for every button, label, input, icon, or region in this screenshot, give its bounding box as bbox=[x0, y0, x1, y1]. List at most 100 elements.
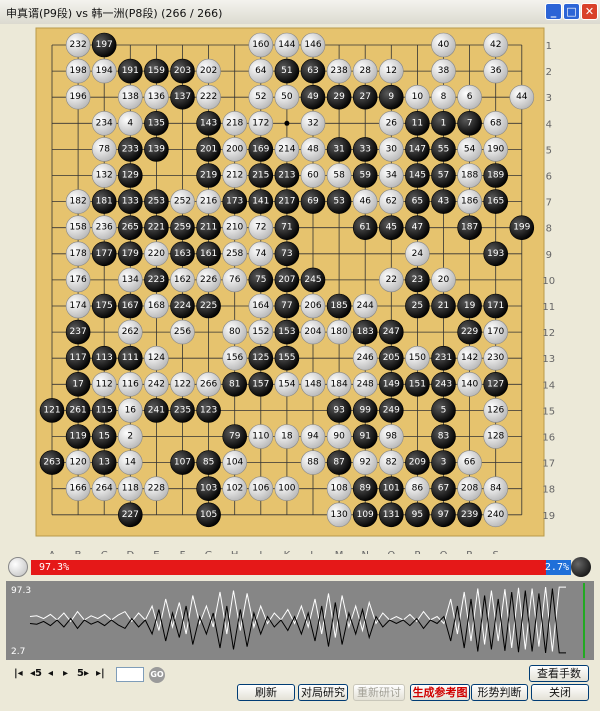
black-stone[interactable]: 245 bbox=[300, 267, 326, 293]
white-stone[interactable]: 58 bbox=[326, 163, 352, 188]
black-stone[interactable]: 53 bbox=[326, 189, 352, 214]
game-study-button[interactable]: 对局研究 bbox=[298, 684, 348, 701]
restart-study-button[interactable]: 重新研讨 bbox=[353, 684, 405, 701]
black-stone[interactable]: 193 bbox=[483, 241, 509, 267]
white-stone[interactable]: 188 bbox=[457, 163, 482, 188]
generate-reference-button[interactable]: 生成参考图 bbox=[410, 684, 470, 701]
black-stone[interactable]: 207 bbox=[274, 267, 300, 293]
white-stone[interactable]: 190 bbox=[483, 137, 509, 162]
white-stone[interactable]: 156 bbox=[222, 345, 247, 371]
black-stone[interactable]: 101 bbox=[378, 476, 404, 502]
black-stone[interactable]: 151 bbox=[405, 371, 430, 397]
white-stone[interactable]: 264 bbox=[91, 476, 117, 502]
white-stone[interactable]: 20 bbox=[431, 267, 456, 293]
white-stone[interactable]: 14 bbox=[118, 450, 143, 475]
black-stone[interactable]: 1 bbox=[431, 111, 456, 136]
white-stone[interactable]: 74 bbox=[248, 241, 274, 267]
white-stone[interactable]: 38 bbox=[431, 58, 456, 84]
black-stone[interactable]: 169 bbox=[248, 137, 274, 162]
black-stone[interactable]: 209 bbox=[405, 450, 430, 475]
white-stone[interactable]: 80 bbox=[222, 319, 247, 345]
black-stone[interactable]: 153 bbox=[274, 319, 300, 345]
go-button[interactable]: GO bbox=[149, 667, 165, 683]
black-stone[interactable]: 31 bbox=[326, 137, 352, 162]
black-stone[interactable]: 97 bbox=[431, 502, 456, 528]
white-stone[interactable]: 126 bbox=[483, 398, 509, 423]
white-stone[interactable]: 184 bbox=[326, 371, 352, 397]
white-stone[interactable]: 118 bbox=[118, 476, 143, 502]
minimize-button[interactable]: _ bbox=[545, 3, 562, 20]
black-stone[interactable]: 163 bbox=[170, 241, 195, 267]
white-stone[interactable]: 196 bbox=[65, 84, 91, 110]
black-stone[interactable]: 129 bbox=[118, 163, 143, 188]
black-stone[interactable]: 79 bbox=[222, 424, 247, 449]
white-stone[interactable]: 30 bbox=[378, 137, 404, 162]
white-stone[interactable]: 198 bbox=[65, 58, 91, 84]
black-stone[interactable]: 49 bbox=[300, 84, 326, 110]
white-stone[interactable]: 148 bbox=[300, 371, 326, 397]
black-stone[interactable]: 137 bbox=[170, 84, 195, 110]
white-stone[interactable]: 102 bbox=[222, 476, 247, 502]
white-stone[interactable]: 116 bbox=[118, 371, 143, 397]
black-stone[interactable]: 229 bbox=[457, 319, 482, 345]
black-stone[interactable]: 227 bbox=[118, 502, 143, 528]
white-stone[interactable]: 120 bbox=[65, 450, 91, 475]
white-stone[interactable]: 2 bbox=[118, 424, 143, 449]
maximize-button[interactable]: □ bbox=[563, 3, 580, 20]
white-stone[interactable]: 162 bbox=[170, 267, 195, 293]
white-stone[interactable]: 204 bbox=[300, 319, 326, 345]
white-stone[interactable]: 230 bbox=[483, 345, 509, 371]
white-stone[interactable]: 46 bbox=[352, 189, 378, 214]
black-stone[interactable]: 239 bbox=[457, 502, 482, 528]
view-moves-button[interactable]: 查看手数 bbox=[529, 665, 589, 682]
black-stone[interactable]: 3 bbox=[431, 450, 456, 475]
black-stone[interactable]: 221 bbox=[144, 215, 169, 240]
black-stone[interactable]: 149 bbox=[378, 371, 404, 397]
white-stone[interactable]: 256 bbox=[170, 319, 195, 345]
white-stone[interactable]: 178 bbox=[65, 241, 91, 267]
white-stone[interactable]: 216 bbox=[196, 189, 221, 214]
black-stone[interactable]: 235 bbox=[170, 398, 195, 423]
white-stone[interactable]: 24 bbox=[405, 241, 430, 267]
black-stone[interactable]: 109 bbox=[352, 502, 378, 528]
black-stone[interactable]: 25 bbox=[405, 293, 430, 319]
black-stone[interactable]: 29 bbox=[326, 84, 352, 110]
black-stone[interactable]: 127 bbox=[483, 371, 509, 397]
black-stone[interactable]: 237 bbox=[65, 319, 91, 345]
white-stone[interactable]: 6 bbox=[457, 84, 482, 110]
move-number-input[interactable] bbox=[116, 667, 144, 682]
black-stone[interactable]: 161 bbox=[196, 241, 221, 267]
white-stone[interactable]: 132 bbox=[91, 163, 117, 188]
black-stone[interactable]: 7 bbox=[457, 111, 482, 136]
black-stone[interactable]: 185 bbox=[326, 293, 352, 319]
white-stone[interactable]: 78 bbox=[91, 137, 117, 162]
black-stone[interactable]: 133 bbox=[118, 189, 143, 214]
black-stone[interactable]: 224 bbox=[170, 293, 195, 319]
black-stone[interactable]: 187 bbox=[457, 215, 482, 240]
black-stone[interactable]: 213 bbox=[274, 163, 300, 188]
white-stone[interactable]: 48 bbox=[300, 137, 326, 162]
white-stone[interactable]: 100 bbox=[274, 476, 300, 502]
white-stone[interactable]: 208 bbox=[457, 476, 482, 502]
black-stone[interactable]: 147 bbox=[405, 137, 430, 162]
black-stone[interactable]: 87 bbox=[326, 450, 352, 475]
white-stone[interactable]: 82 bbox=[378, 450, 404, 475]
white-stone[interactable]: 88 bbox=[300, 450, 326, 475]
white-stone[interactable]: 176 bbox=[65, 267, 91, 293]
black-stone[interactable]: 5 bbox=[431, 398, 456, 423]
white-stone[interactable]: 36 bbox=[483, 58, 509, 84]
black-stone[interactable]: 119 bbox=[65, 424, 91, 449]
white-stone[interactable]: 26 bbox=[378, 111, 404, 136]
white-stone[interactable]: 122 bbox=[170, 371, 195, 397]
black-stone[interactable]: 233 bbox=[118, 137, 143, 162]
white-stone[interactable]: 206 bbox=[300, 293, 326, 319]
white-stone[interactable]: 92 bbox=[352, 450, 378, 475]
white-stone[interactable]: 186 bbox=[457, 189, 482, 214]
black-stone[interactable]: 103 bbox=[196, 476, 221, 502]
black-stone[interactable]: 217 bbox=[274, 189, 300, 214]
black-stone[interactable]: 201 bbox=[196, 137, 221, 162]
black-stone[interactable]: 107 bbox=[170, 450, 195, 475]
black-stone[interactable]: 199 bbox=[509, 215, 535, 240]
black-stone[interactable]: 91 bbox=[352, 424, 378, 449]
white-stone[interactable]: 104 bbox=[222, 450, 247, 475]
